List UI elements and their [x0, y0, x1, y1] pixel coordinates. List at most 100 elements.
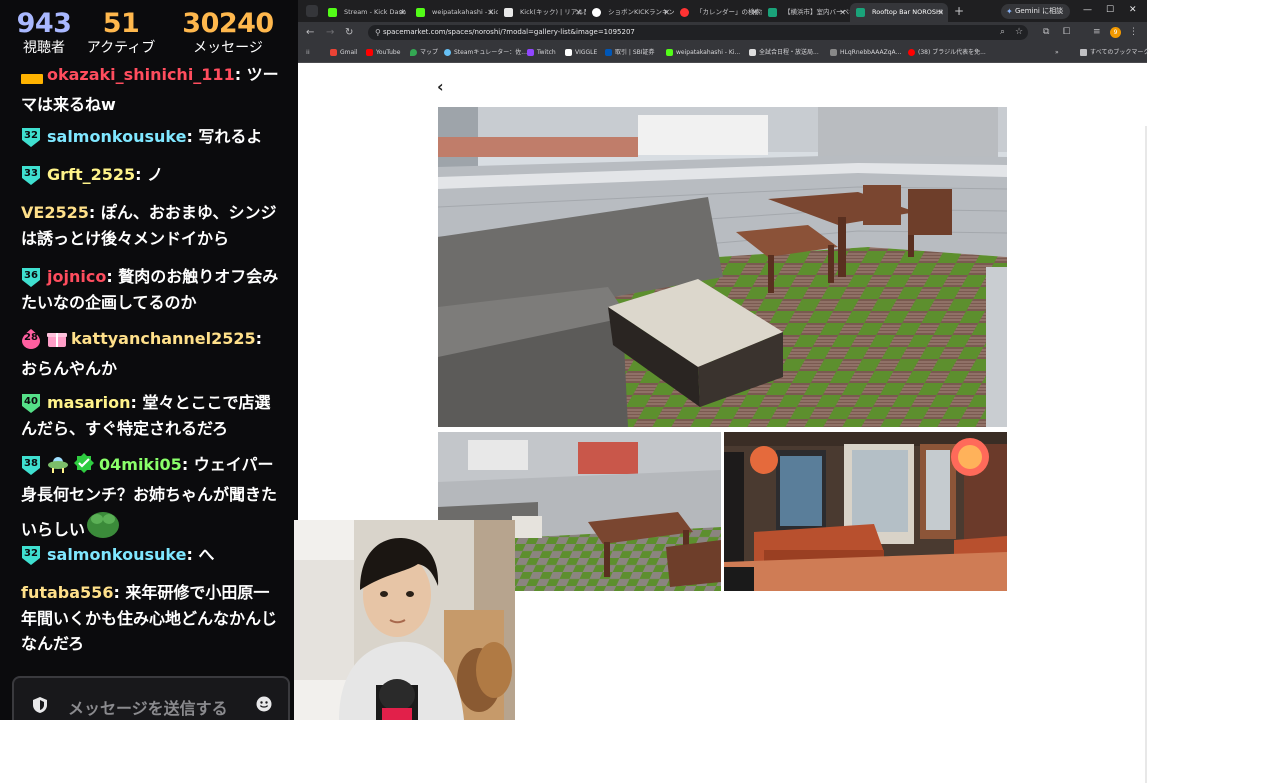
forward-icon[interactable]: →: [326, 25, 334, 40]
bookmarks-overflow-icon[interactable]: »: [1055, 43, 1059, 62]
chat-message: 36 jojnico: 贅肉のお触りオフ会みたいなの企画してるのか: [21, 264, 283, 315]
gallery-main-photo[interactable]: [438, 107, 1007, 427]
bookmark-item[interactable]: Steamキュレーター：佐...: [444, 43, 527, 62]
chat-username[interactable]: okazaki_shinichi_111: [47, 65, 235, 84]
tab-yokohama-bbq[interactable]: 【横浜市】室内バーベキュー✕: [762, 3, 850, 22]
active-count-label: アクティブ: [86, 40, 156, 56]
page-scrollbar[interactable]: [1145, 126, 1147, 783]
chat-username[interactable]: VE2525: [21, 203, 89, 222]
emoji-icon[interactable]: [256, 696, 272, 716]
tab-bar: Stream - Kick Dash ✕ weipatakahashi - Kic…: [298, 0, 1147, 22]
tab-kick-dashboard[interactable]: Stream - Kick Dash ✕: [322, 3, 410, 22]
viewer-count-label: 視聴者: [23, 40, 65, 56]
tab-calendar-search[interactable]: 「カレンダー」の検索結果✕: [674, 3, 762, 22]
close-tab-icon[interactable]: ✕: [751, 3, 758, 22]
address-bar[interactable]: ⚲ spacemarket.com/spaces/noroshi/?modal=…: [368, 25, 1028, 40]
chat-message: 33 Grft_2525: ノ: [21, 162, 283, 188]
viewer-count: 943 視聴者: [10, 8, 78, 56]
level-badge-icon: 33: [21, 164, 41, 185]
extension-icon[interactable]: ⧉: [1043, 25, 1049, 40]
tab-kick-real[interactable]: Kick(キック) | リアル配信✕: [498, 3, 586, 22]
back-icon[interactable]: ←: [306, 25, 314, 40]
shield-icon[interactable]: [32, 696, 48, 718]
menu-icon[interactable]: ⋮: [1129, 25, 1138, 40]
chat-username[interactable]: kattyanchannel2525: [71, 329, 256, 348]
new-tab-button[interactable]: +: [954, 3, 964, 19]
tab-kick-ranking[interactable]: ショボンKICKランキング ✕: [586, 3, 674, 22]
tab-rooftop-bar[interactable]: Rooftop Bar NOROSHI ✕: [850, 3, 948, 22]
bookmark-item[interactable]: Twitch: [527, 43, 556, 62]
chat-username[interactable]: salmonkousuke: [47, 545, 186, 564]
viewer-count-value: 943: [16, 8, 72, 39]
level-badge-icon: 32: [21, 544, 41, 565]
bookmark-item[interactable]: VIGGLE: [565, 43, 597, 62]
chevron-left-icon[interactable]: ‹: [437, 77, 444, 96]
tab-search-button[interactable]: [306, 5, 318, 17]
webcam-overlay: [294, 520, 515, 720]
gemini-button[interactable]: ✦ Gemini に相談: [1001, 4, 1071, 19]
stream-chat-panel: 943 視聴者 51 アクティブ 30240 メッセージ okazaki_shi…: [0, 0, 298, 720]
sub-badge-icon: [21, 66, 43, 92]
profile-avatar[interactable]: 9: [1110, 27, 1121, 38]
puzzle-icon[interactable]: ⧠: [1063, 25, 1070, 40]
all-bookmarks-folder[interactable]: すべてのブックマーク: [1080, 43, 1149, 62]
bookmark-item[interactable]: YouTube: [366, 43, 400, 62]
site-info-icon[interactable]: ⚲: [375, 25, 381, 40]
chat-username[interactable]: jojnico: [47, 267, 106, 286]
kick-favicon-icon: [328, 8, 337, 17]
chat-input-placeholder: メッセージを送信する: [68, 699, 228, 718]
chat-message: VE2525: ぽん、おおまゆ、シンジは誘っとけ後々メンドイから: [21, 200, 283, 251]
chat-input[interactable]: メッセージを送信する: [12, 676, 290, 720]
bookmark-item[interactable]: 取引 | SBI証券: [605, 43, 655, 62]
level-badge-icon: 40: [21, 392, 41, 413]
chat-message: futaba556: 来年研修で小田原一年間いくかも住み心地どんなかんじなんだろ: [21, 580, 283, 657]
address-bar-url: spacemarket.com/spaces/noroshi/?modal=ga…: [383, 28, 635, 36]
minimize-button[interactable]: —: [1083, 3, 1092, 17]
chat-message: 40 masarion: 堂々とここで店選んだら、すぐ特定されるだろ: [21, 390, 283, 441]
chat-username[interactable]: 04miki05: [99, 455, 182, 474]
spacemarket-favicon-icon: [768, 8, 777, 17]
spacemarket-favicon-icon: [856, 8, 865, 17]
chat-username[interactable]: futaba556: [21, 583, 113, 602]
maximize-button[interactable]: ☐: [1106, 3, 1114, 17]
apps-icon[interactable]: ⁞⁞: [306, 43, 314, 62]
chat-username[interactable]: masarion: [47, 393, 131, 412]
bookmark-star-icon[interactable]: ☆: [1015, 25, 1023, 40]
tab-kick-channel[interactable]: weipatakahashi - Kick ✕: [410, 3, 498, 22]
level-badge-icon: 28: [21, 328, 41, 349]
bookmark-item[interactable]: HLqRnebbAAAZqA...: [830, 43, 901, 62]
message-count-label: メッセージ: [193, 40, 263, 56]
close-tab-icon[interactable]: ✕: [663, 3, 670, 22]
bookmark-item[interactable]: weipatakahashi - Ki...: [666, 43, 740, 62]
close-tab-icon[interactable]: ✕: [487, 3, 494, 22]
chat-message: 28 kattyanchannel2525: おらんやんか: [21, 326, 283, 381]
close-tab-icon[interactable]: ✕: [575, 3, 582, 22]
close-window-button[interactable]: ✕: [1129, 3, 1137, 17]
close-tab-icon[interactable]: ✕: [937, 3, 944, 22]
stream-stats: 943 視聴者 51 アクティブ 30240 メッセージ: [0, 0, 298, 64]
verified-badge-icon: [73, 452, 95, 482]
chat-message: okazaki_shinichi_111: ツーマは来るねw: [21, 62, 283, 117]
chat-username[interactable]: salmonkousuke: [47, 127, 186, 146]
close-tab-icon[interactable]: ✕: [839, 3, 846, 22]
zoom-icon[interactable]: ⌕: [1000, 25, 1005, 40]
page-favicon-icon: [592, 8, 601, 17]
gift-icon: [47, 330, 67, 356]
level-badge-icon: 32: [21, 126, 41, 147]
gallery-thumb-bar-interior[interactable]: [724, 432, 1007, 591]
chat-message: 32 salmonkousuke: へ: [21, 542, 283, 568]
chat-text: : へ: [186, 545, 215, 564]
ufo-badge-icon: [47, 454, 69, 482]
kick-favicon-icon: [416, 8, 425, 17]
bookmark-item[interactable]: 全試合日程・放送局...: [749, 43, 819, 62]
level-badge-icon: 36: [21, 266, 41, 287]
bookmark-item[interactable]: Gmail: [330, 43, 358, 62]
media-icon[interactable]: ≡: [1093, 25, 1101, 40]
gemini-spark-icon: ✦: [1006, 7, 1013, 16]
message-count: 30240 メッセージ: [164, 8, 292, 56]
reload-icon[interactable]: ↻: [345, 25, 353, 40]
close-tab-icon[interactable]: ✕: [399, 3, 406, 22]
bookmark-item[interactable]: マップ: [410, 43, 438, 62]
bookmark-item[interactable]: (38) ブラジル代表を免...: [908, 43, 986, 62]
chat-username[interactable]: Grft_2525: [47, 165, 135, 184]
